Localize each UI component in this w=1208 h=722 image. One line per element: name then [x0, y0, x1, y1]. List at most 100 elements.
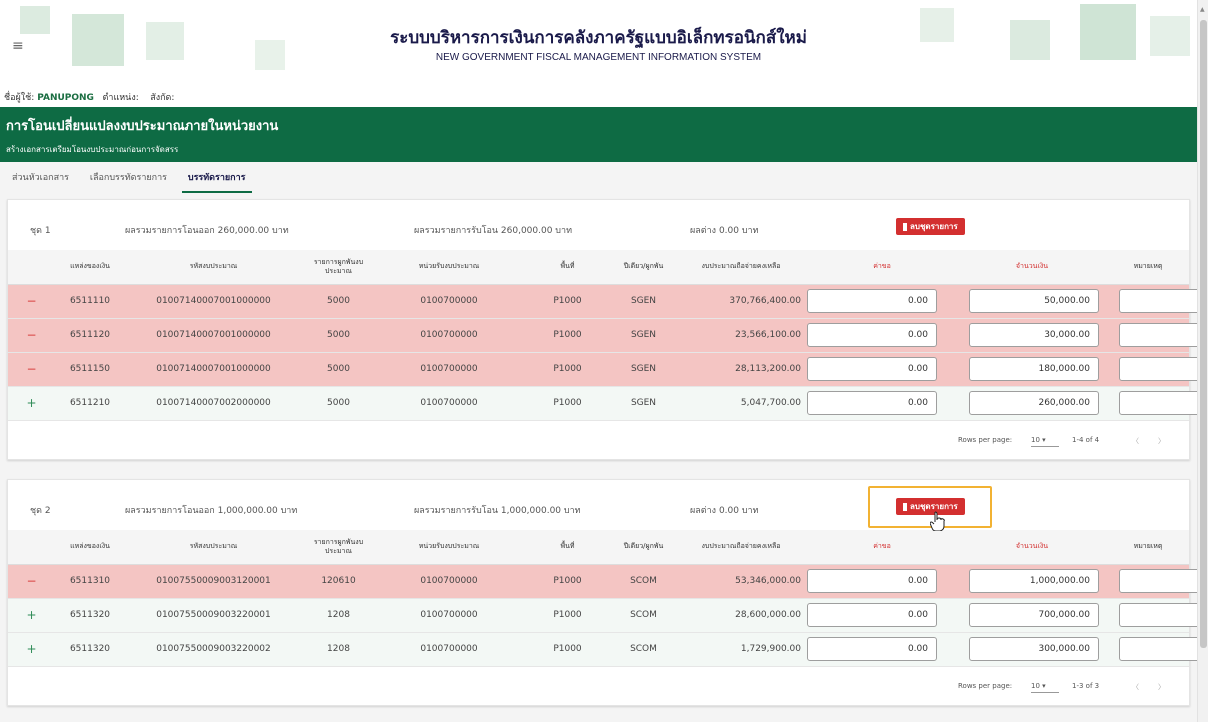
col-budget-unit: หน่วยรับงบประมาณ: [375, 250, 523, 285]
amount-input[interactable]: 260,000.00: [969, 391, 1099, 415]
cell-balance: 28,113,200.00: [675, 352, 807, 387]
rows-per-page-value: 10: [1031, 435, 1040, 444]
col-fund-source: แหล่งของเงิน: [55, 250, 125, 285]
note-input[interactable]: [1119, 289, 1208, 313]
delete-set-button[interactable]: ลบชุดรายการ: [896, 218, 965, 235]
prev-page-icon[interactable]: 〈: [1132, 682, 1139, 692]
username-label: ชื่อผู้ใช้:: [4, 93, 35, 103]
request-input[interactable]: 0.00: [807, 289, 937, 313]
cell-year: SCOM: [612, 632, 675, 667]
note-input[interactable]: [1119, 323, 1208, 347]
cell-oblig: 1208: [302, 598, 375, 633]
tab-select-lines[interactable]: เลือกบรรทัดรายการ: [84, 162, 173, 191]
note-input[interactable]: [1119, 569, 1208, 593]
cell-source: 6511320: [55, 598, 125, 633]
minus-icon[interactable]: −: [8, 564, 55, 599]
cell-balance: 28,600,000.00: [675, 598, 807, 633]
cell-code: 01007140007001000000: [125, 352, 302, 387]
table-row: −6511150 01007140007001000000 5000 01007000…: [8, 352, 1208, 387]
cell-source: 6511110: [55, 284, 125, 319]
col-budget-unit: หน่วยรับงบประมาณ: [375, 530, 523, 565]
vertical-scrollbar[interactable]: ▲: [1197, 0, 1208, 722]
plus-icon[interactable]: +: [8, 386, 55, 421]
cell-year: SCOM: [612, 564, 675, 599]
note-input[interactable]: [1119, 357, 1208, 381]
cell-area: P1000: [523, 598, 612, 633]
rows-per-page-select[interactable]: 10 ▾: [1031, 436, 1059, 447]
minus-icon[interactable]: −: [8, 284, 55, 319]
cell-balance: 5,047,700.00: [675, 386, 807, 421]
amount-input[interactable]: 180,000.00: [969, 357, 1099, 381]
cell-code: 01007140007001000000: [125, 284, 302, 319]
amount-input[interactable]: 700,000.00: [969, 603, 1099, 627]
trash-icon: [903, 222, 907, 231]
amount-input[interactable]: 1,000,000.00: [969, 569, 1099, 593]
plus-icon[interactable]: +: [8, 598, 55, 633]
cell-source: 6511210: [55, 386, 125, 421]
line-items-table: แหล่งของเงิน รหัสงบประมาณ รายการผูกพันงบปร…: [8, 250, 1208, 421]
cell-balance: 1,729,900.00: [675, 632, 807, 667]
request-input[interactable]: 0.00: [807, 603, 937, 627]
tab-line-items[interactable]: บรรทัดรายการ: [181, 162, 252, 193]
amount-input[interactable]: 300,000.00: [969, 637, 1099, 661]
plus-icon[interactable]: +: [8, 632, 55, 667]
delete-set-label: ลบชุดรายการ: [910, 222, 958, 231]
cell-balance: 53,346,000.00: [675, 564, 807, 599]
scroll-up-icon[interactable]: ▲: [1200, 6, 1205, 13]
set-summary: ชุด 1 ผลรวมรายการโอนออก 260,000.00 บาท ผลร…: [8, 200, 1189, 250]
cell-year: SGEN: [612, 352, 675, 387]
request-input[interactable]: 0.00: [807, 323, 937, 347]
request-input[interactable]: 0.00: [807, 391, 937, 415]
col-note: หมายเหตุ: [1107, 530, 1189, 565]
col-remaining-budget: งบประมาณถือจ่ายคงเหลือ: [675, 250, 807, 285]
cell-oblig: 5000: [302, 386, 375, 421]
col-amount: จำนวนเงิน: [957, 530, 1107, 565]
note-input[interactable]: [1119, 637, 1208, 661]
request-input[interactable]: 0.00: [807, 637, 937, 661]
page-title: การโอนเปลี่ยนแปลงงบประมาณภายในหน่วยงาน: [6, 119, 279, 134]
cell-area: P1000: [523, 386, 612, 421]
request-input[interactable]: 0.00: [807, 357, 937, 381]
minus-icon[interactable]: −: [8, 352, 55, 387]
transfer-in-total: ผลรวมรายการรับโอน 1,000,000.00 บาท: [414, 506, 581, 516]
rows-per-page-select[interactable]: 10 ▾: [1031, 682, 1059, 693]
cell-code: 01007140007002000000: [125, 386, 302, 421]
prev-page-icon[interactable]: 〈: [1132, 436, 1139, 446]
next-page-icon[interactable]: 〉: [1158, 436, 1165, 446]
table-header-row: แหล่งของเงิน รหัสงบประมาณ รายการผูกพันงบปร…: [8, 250, 1189, 285]
cell-unit: 0100700000: [375, 352, 523, 387]
col-request: ค่าขอ: [807, 250, 957, 285]
cell-balance: 370,766,400.00: [675, 284, 807, 319]
scrollbar-thumb[interactable]: [1200, 20, 1207, 648]
table-header-row: แหล่งของเงิน รหัสงบประมาณ รายการผูกพันงบปร…: [8, 530, 1189, 565]
cell-area: P1000: [523, 352, 612, 387]
pagination-range: 1-4 of 4: [1072, 435, 1100, 444]
amount-input[interactable]: 50,000.00: [969, 289, 1099, 313]
system-title-th: ระบบบริหารการเงินการคลังภาครัฐแบบอิเล็กท…: [390, 28, 807, 48]
difference-total: ผลต่าง 0.00 บาท: [690, 506, 759, 516]
cell-year: SGEN: [612, 318, 675, 353]
tab-document-header[interactable]: ส่วนหัวเอกสาร: [6, 162, 75, 191]
cell-code: 01007550009003120001: [125, 564, 302, 599]
table-row: +6511210 01007140007002000000 5000 01007000…: [8, 386, 1208, 421]
line-items-table: แหล่งของเงิน รหัสงบประมาณ รายการผูกพันงบปร…: [8, 530, 1208, 667]
set-label: ชุด 1: [30, 226, 51, 236]
system-title-en: NEW GOVERNMENT FISCAL MANAGEMENT INFORMA…: [435, 52, 762, 63]
cell-unit: 0100700000: [375, 564, 523, 599]
line-set-card: ชุด 2 ผลรวมรายการโอนออก 1,000,000.00 บาท ผ…: [7, 479, 1208, 706]
cell-year: SCOM: [612, 598, 675, 633]
minus-icon[interactable]: −: [8, 318, 55, 353]
col-year-type: ปีเดียว/ผูกพัน: [612, 530, 675, 565]
cell-code: 01007550009003220001: [125, 598, 302, 633]
next-page-icon[interactable]: 〉: [1158, 682, 1165, 692]
affiliation-label: สังกัด:: [150, 93, 175, 103]
cell-unit: 0100700000: [375, 632, 523, 667]
amount-input[interactable]: 30,000.00: [969, 323, 1099, 347]
request-input[interactable]: 0.00: [807, 569, 937, 593]
cell-oblig: 5000: [302, 318, 375, 353]
col-amount: จำนวนเงิน: [957, 250, 1107, 285]
set-label: ชุด 2: [30, 506, 51, 516]
cell-area: P1000: [523, 564, 612, 599]
note-input[interactable]: [1119, 391, 1208, 415]
note-input[interactable]: [1119, 603, 1208, 627]
